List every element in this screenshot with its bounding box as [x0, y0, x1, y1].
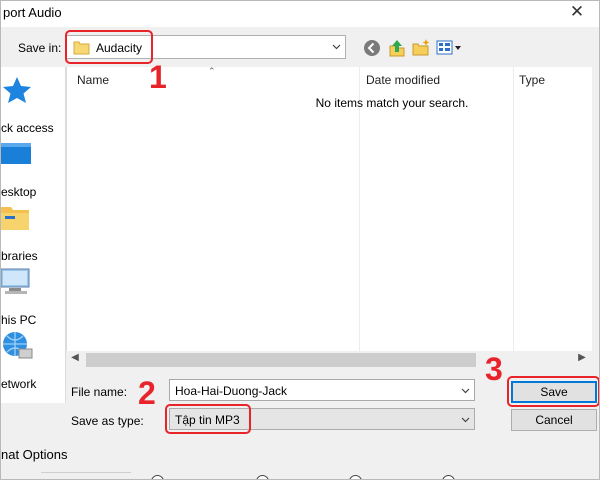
- option-label-cutoff: [41, 472, 131, 479]
- annotation-number-3: 3: [485, 351, 503, 387]
- chevron-down-icon: [332, 44, 341, 50]
- desktop-icon: [1, 143, 31, 164]
- sort-up-icon: ⌃: [208, 66, 216, 76]
- file-name-value: Hoa-Hai-Duong-Jack: [175, 384, 288, 398]
- scroll-right-icon[interactable]: ▶: [574, 352, 590, 363]
- title-bar: port Audio ✕: [1, 1, 599, 27]
- empty-message: No items match your search.: [315, 96, 469, 110]
- save-as-type-value: Tập tin MP3: [175, 413, 240, 427]
- window-title: port Audio: [3, 5, 62, 20]
- column-header-name[interactable]: Name: [77, 73, 109, 87]
- place-label: ck access: [1, 121, 54, 135]
- close-icon[interactable]: ✕: [567, 2, 587, 24]
- place-network[interactable]: etwork: [1, 331, 65, 391]
- annotation-number-1: 1: [149, 59, 167, 95]
- options-heading: nat Options: [1, 447, 68, 462]
- save-as-type-dropdown[interactable]: Tập tin MP3: [169, 408, 475, 430]
- annotation-number-2: 2: [138, 375, 156, 411]
- export-audio-dialog: port Audio ✕ Save in: Audacity ck access…: [0, 0, 600, 480]
- options-section: nat Options: [1, 441, 599, 479]
- place-quick-access[interactable]: ck access: [1, 75, 65, 135]
- scrollbar-thumb[interactable]: [86, 353, 476, 367]
- back-icon[interactable]: [362, 38, 382, 58]
- horizontal-scrollbar[interactable]: ◀ ▶: [66, 351, 591, 369]
- computer-icon: [1, 268, 30, 294]
- save-in-label: Save in:: [18, 41, 62, 55]
- place-desktop[interactable]: esktop: [1, 139, 65, 199]
- save-button[interactable]: Save: [511, 381, 597, 403]
- column-header-date-modified[interactable]: Date modified: [366, 73, 440, 87]
- view-menu-icon[interactable]: [436, 39, 464, 57]
- save-in-value: Audacity: [96, 41, 143, 55]
- file-name-input[interactable]: Hoa-Hai-Duong-Jack: [169, 379, 475, 401]
- scroll-left-icon[interactable]: ◀: [67, 352, 83, 363]
- column-header-type[interactable]: Type: [519, 73, 545, 87]
- cancel-button[interactable]: Cancel: [511, 409, 597, 431]
- folder-icon: [73, 41, 90, 55]
- place-label: his PC: [1, 313, 37, 327]
- network-icon: [3, 332, 33, 359]
- place-this-pc[interactable]: his PC: [1, 267, 65, 327]
- file-name-label: File name:: [71, 385, 128, 399]
- chevron-down-icon: [461, 417, 470, 423]
- save-in-dropdown[interactable]: Audacity: [65, 35, 346, 59]
- libraries-icon: [1, 207, 29, 230]
- place-label: etwork: [1, 377, 37, 391]
- up-folder-icon[interactable]: [387, 38, 407, 58]
- save-as-type-label: Save as type:: [71, 414, 144, 428]
- star-icon: [3, 77, 31, 103]
- chevron-down-icon[interactable]: [461, 386, 470, 395]
- places-bar: ck access esktop braries his PC etwork: [1, 67, 66, 403]
- place-libraries[interactable]: braries: [1, 203, 65, 263]
- place-label: braries: [1, 249, 38, 263]
- file-list[interactable]: Name ⌃ Date modified Type No items match…: [66, 66, 592, 351]
- new-folder-icon[interactable]: [411, 38, 431, 58]
- place-label: esktop: [1, 185, 37, 199]
